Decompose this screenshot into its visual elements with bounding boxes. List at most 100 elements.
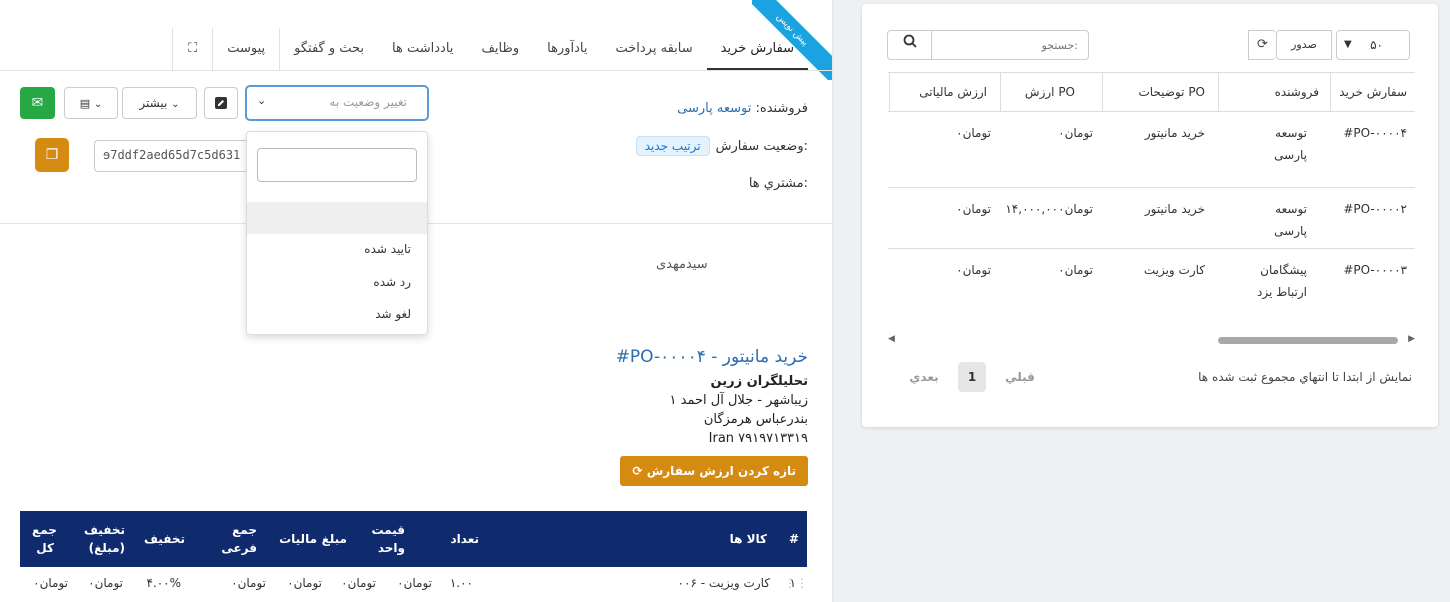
cell-unit-price: تومان۰ [397, 576, 432, 590]
scroll-right-icon[interactable]: ▶ [1408, 334, 1415, 344]
cell-qty: ۱.۰۰ [449, 576, 473, 590]
col-divider [1000, 73, 1001, 111]
copy-icon: ❐ [45, 147, 59, 163]
cell-total: تومان۰ [33, 576, 68, 590]
order-status: وضعیت سفارش: ترتیب جدید [635, 136, 808, 156]
horizontal-scrollbar[interactable]: ◀ ▶ [888, 334, 1415, 344]
th-unit-price: قیمت واحد [371, 523, 405, 555]
current-page-button[interactable]: 1 [958, 362, 986, 392]
vendor-info: فروشنده: توسعه پارسی [677, 101, 808, 116]
th-vendor[interactable]: فروشنده [1275, 85, 1319, 99]
po-table: سفارش خرید فروشنده توضیحات PO ارزش PO ار… [888, 72, 1415, 309]
th-qty: تعداد [450, 532, 479, 546]
cell-discount: ۴.۰۰% [146, 576, 181, 590]
th-amount: مبلغ [321, 532, 347, 546]
status-badge: ترتیب جدید [635, 136, 710, 156]
cell-value: تومان۱۴,۰۰۰,۰۰۰ [1005, 202, 1093, 216]
tab-reminders[interactable]: یادآورها [533, 28, 601, 70]
table-info: نمایش از ابتدا تا انتهاي مجموع ثبت شده ه… [1198, 370, 1412, 384]
cell-desc: کارت ویزیت [1143, 263, 1205, 277]
col-divider [889, 73, 890, 111]
cell-vendor-line: پارسی [1274, 148, 1307, 162]
cell-value: تومان۰ [1058, 263, 1093, 277]
cell-tax: تومان۰ [956, 126, 991, 140]
email-button[interactable]: ✉ [20, 87, 55, 119]
chevron-down-icon: ⌄ [171, 99, 180, 110]
po-detail-panel: پیش نویس سفارش خرید سابقه پرداخت یادآوره… [0, 0, 832, 602]
search-icon[interactable] [888, 31, 932, 59]
scroll-left-icon[interactable]: ◀ [888, 334, 895, 344]
tab-notes[interactable]: یادداشت ها [378, 28, 467, 70]
company-name: تحلیلگران زرین [710, 374, 808, 389]
copy-button[interactable]: ❐ [35, 138, 69, 172]
option-approved[interactable]: تایید شده [364, 242, 411, 256]
cell-desc: خرید مانیتور [1144, 126, 1205, 140]
cell-vendor-line: پیشگامان [1260, 263, 1307, 277]
prev-page-button[interactable]: قبلي [1000, 362, 1040, 392]
th-discount-amount: تخفیف (مبلغ) [84, 523, 125, 555]
cell-tax: تومان۰ [287, 576, 322, 590]
chevron-down-icon: ⌄ [93, 99, 103, 110]
dropdown-search-input[interactable] [257, 148, 417, 182]
cell-vendor-line: توسعه [1275, 202, 1307, 216]
public-hash-input[interactable]: ɘ7ddf2aed65d7c5d631 [94, 140, 250, 172]
hash-value: ɘ7ddf2aed65d7c5d631 [103, 148, 241, 162]
cell-amount: تومان۰ [341, 576, 376, 590]
option-cancelled[interactable]: لغو شد [375, 307, 411, 321]
cell-tax: تومان۰ [956, 202, 991, 216]
refresh-order-value-button[interactable]: ⟳ تازه کردن ارزش سفارش [620, 456, 808, 486]
status-select-placeholder: تغییر وضعیت به [329, 95, 407, 109]
tab-purchase-order[interactable]: سفارش خرید [706, 28, 808, 70]
drag-handle-icon[interactable]: ⋮⋮ [784, 576, 808, 590]
th-tax: مالیات [279, 532, 317, 546]
fullscreen-icon[interactable]: ⛶ [172, 28, 212, 70]
refresh-icon: ⟳ [632, 464, 643, 478]
th-tax[interactable]: ارزش مالیاتی [919, 85, 987, 99]
table-row[interactable]: #PO-۰۰۰۰۳ پیشگامان ارتباط یزد کارت ویزیت … [888, 249, 1415, 309]
cell-vendor: توسعه پارسی [1274, 122, 1307, 166]
th-subtotal: جمع فرعی [221, 523, 257, 555]
change-status-select[interactable]: تغییر وضعیت به ⌄ [245, 85, 429, 121]
dropdown-empty-option[interactable] [247, 202, 427, 234]
tab-discussion[interactable]: بحث و گفتگو [279, 28, 378, 70]
scrollbar-thumb[interactable] [1218, 337, 1398, 344]
table-row[interactable]: #PO-۰۰۰۰۴ توسعه پارسی خرید مانیتور تومان۰… [888, 112, 1415, 188]
reload-icon[interactable]: ⟳ [1248, 30, 1276, 60]
vendor-label: فروشنده: [755, 101, 809, 116]
tab-attachments[interactable]: پیوست [212, 28, 279, 70]
cell-discount-amount: تومان۰ [88, 576, 123, 590]
pdf-button[interactable]: ▤ ⌄ [64, 87, 118, 119]
assignee-name: سیدمهدی [656, 257, 708, 272]
table-row[interactable]: #PO-۰۰۰۰۲ توسعه پارسی خرید مانیتور تومان۱… [888, 188, 1415, 249]
th-total: جمع کل [32, 523, 57, 555]
order-status-label: وضعیت سفارش: [715, 138, 808, 154]
more-button[interactable]: بیشتر ⌄ [122, 87, 197, 119]
cell-po[interactable]: #PO-۰۰۰۰۲ [1343, 198, 1407, 220]
th-value[interactable]: ارزش PO [1025, 85, 1075, 99]
export-button[interactable]: صدور [1276, 30, 1332, 60]
page-length-value: ۵۰ [1370, 38, 1383, 52]
list-controls: ۵۰ ▼ صدور ⟳ [862, 30, 1438, 64]
po-title: #PO-۰۰۰۰۴ - خرید مانیتور [615, 347, 808, 367]
refresh-button-label: تازه کردن ارزش سفارش [646, 464, 796, 478]
th-po[interactable]: سفارش خرید [1339, 85, 1407, 99]
vendor-link[interactable]: توسعه پارسی [677, 101, 751, 116]
th-desc[interactable]: توضیحات PO [1138, 85, 1205, 99]
search-input[interactable] [932, 31, 1088, 59]
edit-button[interactable] [204, 87, 238, 119]
cell-po[interactable]: #PO-۰۰۰۰۴ [1343, 122, 1407, 144]
option-rejected[interactable]: رد شده [373, 275, 411, 289]
tab-tasks[interactable]: وظایف [467, 28, 533, 70]
tabs-divider [0, 70, 832, 71]
cell-po[interactable]: #PO-۰۰۰۰۳ [1343, 259, 1407, 281]
page-length-select[interactable]: ۵۰ ▼ [1336, 30, 1410, 60]
cell-tax: تومان۰ [956, 263, 991, 277]
col-divider [1102, 73, 1103, 111]
cell-value: تومان۰ [1058, 126, 1093, 140]
col-divider [1218, 73, 1219, 111]
next-page-button[interactable]: بعدي [904, 362, 944, 392]
tab-payment-history[interactable]: سابقه پرداخت [601, 28, 706, 70]
cell-vendor-line: توسعه [1275, 126, 1307, 140]
edit-icon [215, 97, 227, 109]
cell-vendor: توسعه پارسی [1274, 198, 1307, 242]
